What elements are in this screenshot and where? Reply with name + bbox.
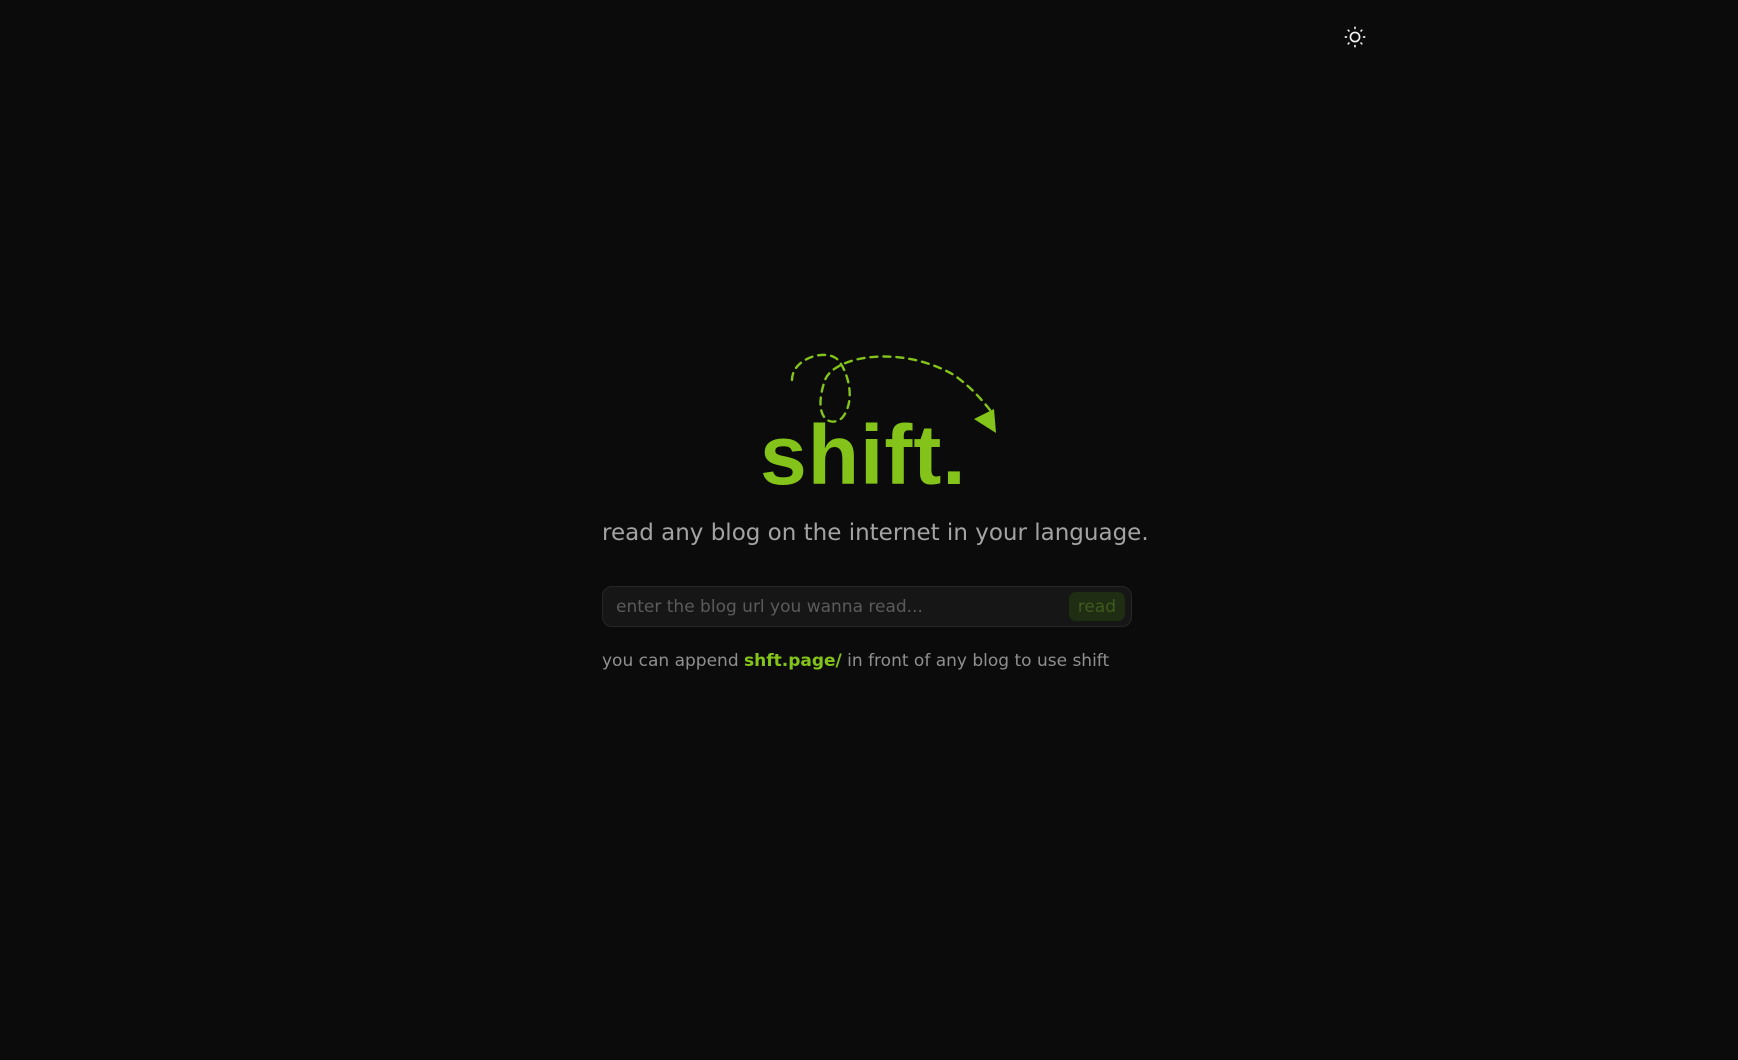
hint-suffix: in front of any blog to use shift — [847, 651, 1110, 671]
sun-icon — [1344, 26, 1366, 48]
hint-prefix: you can append — [602, 651, 739, 671]
logo-text: shift. — [760, 408, 967, 502]
shft-page-link[interactable]: shft.page/ — [744, 651, 842, 671]
hero-section: shift. read any blog on the internet in … — [602, 350, 1149, 673]
hint-text: you can append shft.page/ in front of an… — [602, 649, 1134, 673]
logo: shift. — [602, 350, 1134, 500]
search-form: read — [602, 586, 1132, 627]
blog-url-input[interactable] — [616, 596, 1069, 617]
tagline: read any blog on the internet in your la… — [602, 520, 1149, 546]
theme-toggle-button[interactable] — [1343, 25, 1367, 49]
read-button[interactable]: read — [1068, 592, 1125, 621]
page: shift. read any blog on the internet in … — [0, 0, 1738, 1060]
